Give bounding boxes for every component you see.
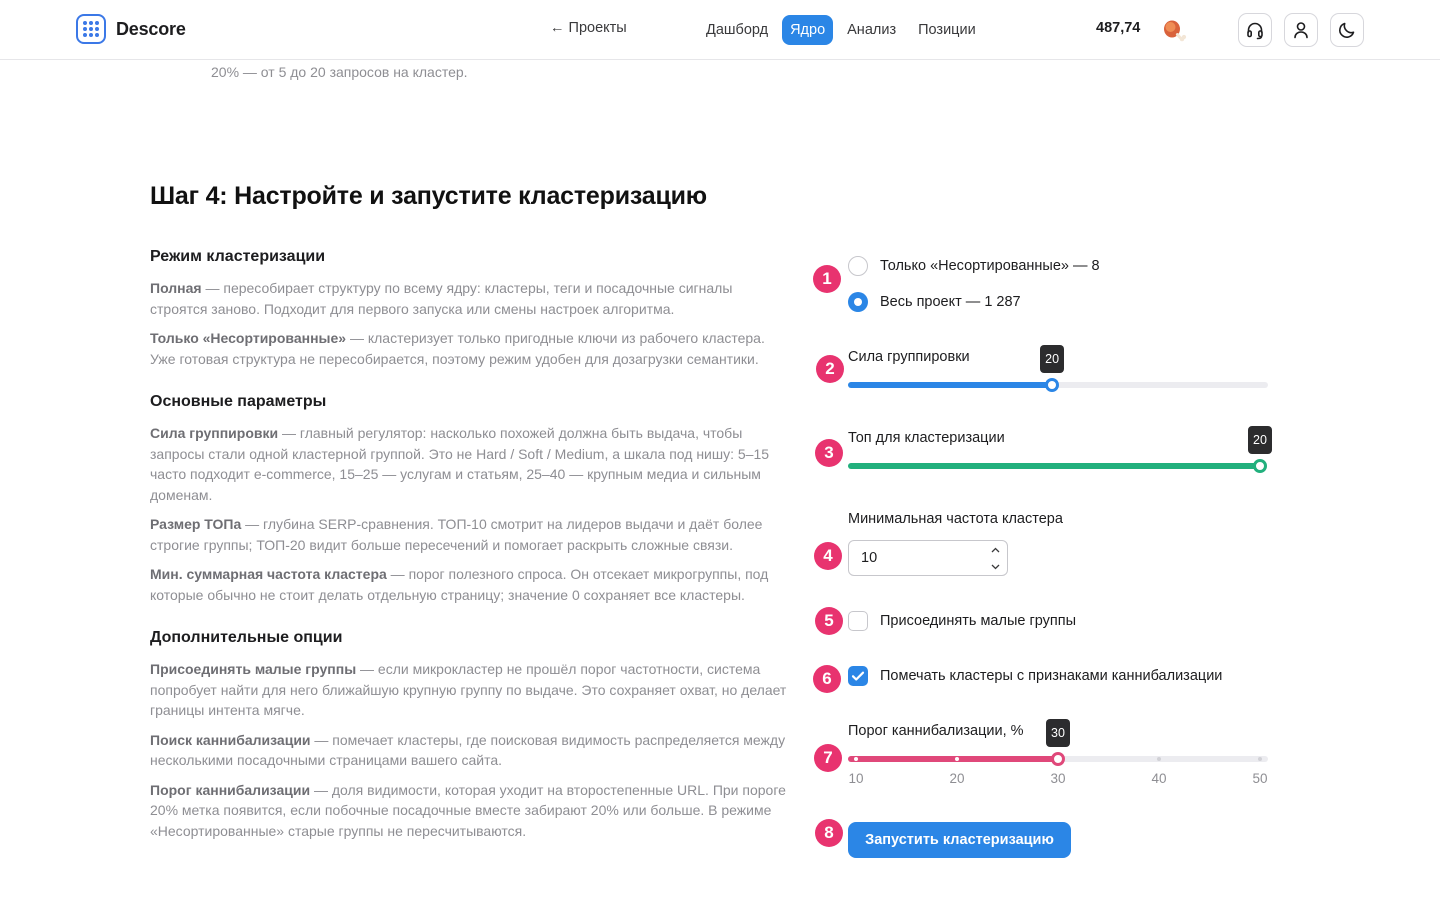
strength-value-tooltip: 20	[1040, 345, 1065, 373]
step-badge-1: 1	[813, 265, 841, 293]
stepper-up-icon[interactable]	[983, 541, 1007, 558]
mode-full-label[interactable]: Весь проект — 1 287	[880, 294, 1021, 310]
threshold-tick-dot	[1258, 757, 1262, 761]
brand-logo[interactable]: Descore	[76, 14, 186, 44]
brand-name: Descore	[116, 18, 186, 39]
help-column: Режим кластеризации Полная — пересобирае…	[150, 248, 792, 850]
top-slider-thumb[interactable]	[1253, 459, 1267, 473]
stepper-down-icon[interactable]	[983, 558, 1007, 575]
min-freq-input[interactable]: 10	[848, 540, 1008, 576]
extra-section-title: Дополнительные опции	[150, 629, 343, 646]
help-join-small: Присоединять малые группы — если микрокл…	[150, 661, 787, 718]
threshold-tick-label: 10	[848, 771, 864, 786]
nav-analysis[interactable]: Анализ	[839, 15, 904, 45]
coin-icon[interactable]	[1160, 16, 1188, 44]
mark-cannibalization-label[interactable]: Помечать кластеры с признаками каннибали…	[880, 668, 1222, 684]
support-button[interactable]	[1238, 13, 1272, 47]
params-section-title: Основные параметры	[150, 393, 327, 410]
step-badge-8: 8	[815, 819, 843, 847]
theme-toggle-button[interactable]	[1330, 13, 1364, 47]
step-badge-3: 3	[815, 439, 843, 467]
strength-slider-fill	[848, 382, 1053, 388]
mode-full-radio[interactable]	[848, 292, 868, 312]
threshold-tick-dot	[854, 757, 858, 761]
join-small-label[interactable]: Присоединять малые группы	[880, 613, 1076, 629]
top-label: Топ для кластеризации	[848, 430, 1005, 446]
threshold-slider-thumb[interactable]	[1051, 752, 1065, 766]
threshold-tick-label: 40	[1151, 771, 1167, 786]
main-nav: Дашборд Ядро Анализ Позиции	[698, 15, 984, 45]
threshold-tick-label: 20	[949, 771, 965, 786]
checkmark-icon	[851, 671, 865, 681]
run-clustering-button[interactable]: Запустить кластеризацию	[848, 822, 1071, 858]
previous-hint-text: 20% — от 5 до 20 запросов на кластер.	[211, 64, 468, 80]
help-top: Размер ТОПа — глубина SERP-сравнения. ТО…	[150, 516, 763, 553]
balance-value: 487,74	[1096, 20, 1141, 36]
help-min-freq: Мин. суммарная частота кластера — порог …	[150, 566, 769, 603]
headphones-icon	[1247, 22, 1263, 40]
mode-unsorted-label[interactable]: Только «Несортированные» — 8	[880, 258, 1100, 274]
user-icon	[1294, 22, 1308, 39]
nav-dashboard[interactable]: Дашборд	[698, 15, 776, 45]
help-mode-full: Полная — пересобирает структуру по всему…	[150, 280, 733, 317]
top-slider-track[interactable]	[848, 463, 1260, 469]
strength-label: Сила группировки	[848, 349, 970, 365]
help-mode-unsorted: Только «Несортированные» — кластеризует …	[150, 330, 765, 367]
back-to-projects-link[interactable]: ← Проекты	[550, 20, 627, 36]
threshold-tick-label: 50	[1252, 771, 1268, 786]
help-threshold: Порог каннибализации — доля видимости, к…	[150, 781, 786, 839]
min-freq-value: 10	[861, 550, 878, 566]
mode-unsorted-radio[interactable]	[848, 256, 868, 276]
threshold-slider-fill	[848, 756, 1058, 762]
strength-slider-thumb[interactable]	[1045, 378, 1060, 392]
join-small-checkbox[interactable]	[848, 611, 868, 631]
step-badge-5: 5	[815, 607, 843, 635]
step-badge-2: 2	[816, 355, 844, 383]
threshold-tick-dot	[1157, 757, 1161, 761]
help-strength: Сила группировки — главный регулятор: на…	[150, 425, 770, 503]
page-title: Шаг 4: Настройте и запустите кластеризац…	[150, 182, 707, 210]
top-slider-fill	[848, 463, 1260, 469]
top-header: Descore ← Проекты Дашборд Ядро Анализ По…	[0, 0, 1440, 60]
threshold-tick-dot	[955, 757, 959, 761]
threshold-value-tooltip: 30	[1046, 719, 1070, 747]
top-value-tooltip: 20	[1248, 426, 1272, 454]
min-freq-label: Минимальная частота кластера	[848, 511, 1063, 527]
moon-icon	[1339, 22, 1355, 38]
min-freq-stepper[interactable]	[983, 541, 1007, 575]
step-badge-6: 6	[813, 665, 841, 693]
nav-positions[interactable]: Позиции	[910, 15, 984, 45]
profile-button[interactable]	[1284, 13, 1318, 47]
mode-section-title: Режим кластеризации	[150, 248, 326, 265]
threshold-tick-label: 30	[1050, 771, 1066, 786]
help-cannibalization: Поиск каннибализации — помечает кластеры…	[150, 731, 786, 769]
logo-icon	[76, 14, 106, 44]
step-badge-4: 4	[814, 542, 842, 570]
threshold-label: Порог каннибализации, %	[848, 723, 1024, 739]
mark-cannibalization-checkbox[interactable]	[848, 666, 868, 686]
nav-core[interactable]: Ядро	[782, 15, 834, 45]
step-badge-7: 7	[814, 744, 842, 772]
